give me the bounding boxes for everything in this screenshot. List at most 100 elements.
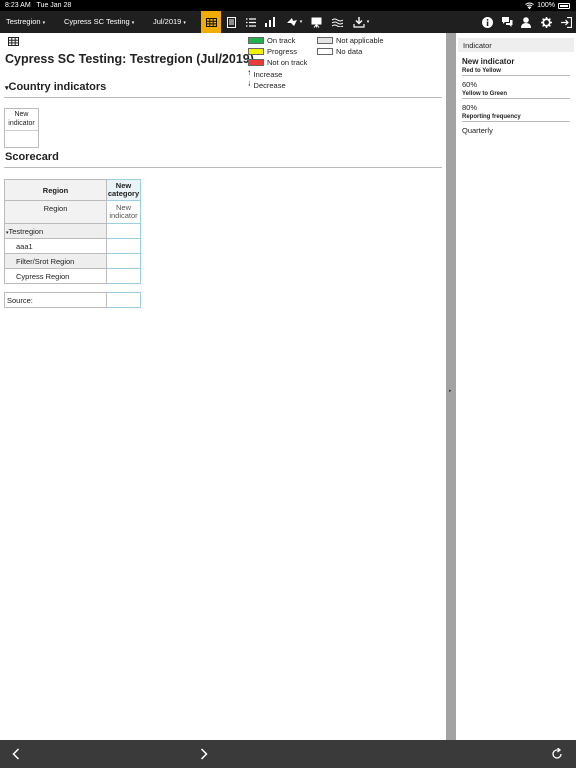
top-toolbar: Testregion ▾ Cypress SC Testing ▾ Jul/2019… [0, 11, 576, 33]
indicator-cell[interactable] [106, 238, 141, 254]
indicator-cell[interactable] [106, 268, 141, 284]
country-indicator-value [5, 131, 38, 147]
map-chevron-down-icon: ▾ [299, 19, 303, 25]
region-name-cell[interactable]: aaa1 [4, 238, 107, 254]
logout-icon [560, 16, 572, 28]
expand-arrow-icon[interactable]: ▸ [449, 388, 452, 394]
logout-button[interactable] [559, 11, 573, 33]
not-on-track-swatch [248, 59, 264, 66]
status-bar: 8:23 AM Tue Jan 28 100% [0, 0, 576, 11]
table-row[interactable]: Filter/Srot Region [4, 253, 141, 269]
list-view-button[interactable] [244, 11, 258, 33]
refresh-icon [552, 748, 562, 759]
table-row[interactable]: Cypress Region [4, 268, 141, 284]
legend-increase: 🠑 Increase [248, 70, 283, 79]
comments-button[interactable] [500, 11, 514, 33]
table-spacer [5, 284, 141, 293]
comments-icon [502, 17, 513, 27]
on-track-swatch [248, 37, 264, 44]
indicator-cell[interactable] [106, 223, 141, 239]
user-button[interactable] [519, 11, 533, 33]
source-row: Source: [4, 292, 141, 308]
yellow-to-green-value: 80% [462, 103, 478, 112]
no-data-swatch [317, 48, 333, 55]
region-name-cell[interactable]: Filter/Srot Region [4, 253, 107, 269]
arrow-up-icon: 🠑 [248, 70, 251, 77]
reporting-frequency-value: Quarterly [462, 126, 493, 135]
scorecard-title: Scorecard [5, 151, 59, 163]
settings-button[interactable] [539, 11, 553, 33]
chart-view-button[interactable] [263, 11, 277, 33]
table-view-button[interactable] [201, 11, 221, 33]
arrow-down-icon: 🠓 [248, 81, 251, 88]
battery-percent: 100% [537, 2, 555, 9]
legend-no-data: No data [317, 47, 362, 56]
reporting-frequency-label: Reporting frequency [462, 114, 570, 122]
presentation-view-button[interactable] [309, 11, 323, 33]
bottom-navigation-bar [0, 740, 576, 768]
side-panel-header: Indicator [458, 38, 574, 52]
status-right: 100% [525, 2, 570, 9]
country-indicators-header[interactable]: ▾Country indicators [5, 81, 106, 93]
legend-not-applicable: Not applicable [317, 36, 384, 45]
table-icon [8, 37, 19, 46]
table-icon [205, 17, 217, 27]
chevron-left-icon [12, 748, 20, 760]
status-time: 8:23 AM Tue Jan 28 [5, 2, 72, 9]
column-header-category[interactable]: New category [106, 179, 141, 201]
region-group-label: Testregion [8, 226, 44, 236]
period-dropdown[interactable]: Jul/2019 ▾ [153, 17, 186, 26]
country-indicator-card[interactable]: New indicator [4, 108, 39, 148]
map-icon [286, 18, 297, 26]
region-dropdown[interactable]: Testregion ▾ [6, 17, 45, 26]
scorecard-dropdown[interactable]: Cypress SC Testing ▾ [64, 17, 134, 26]
progress-swatch [248, 48, 264, 55]
column-header-region[interactable]: Region [4, 179, 107, 201]
list-icon [246, 17, 256, 27]
download-chevron-down-icon: ▾ [366, 19, 370, 25]
legend-progress: Progress [248, 47, 297, 56]
panel-splitter[interactable]: ▸ [446, 33, 456, 740]
back-button[interactable] [12, 740, 20, 768]
not-applicable-swatch [317, 37, 333, 44]
wifi-icon [525, 2, 534, 9]
table-toggle-button[interactable] [8, 37, 19, 48]
download-button[interactable]: ▾ [349, 11, 373, 33]
subheader-indicator[interactable]: New indicator [106, 200, 141, 224]
region-name-cell[interactable]: Cypress Region [4, 268, 107, 284]
info-button[interactable] [480, 11, 494, 33]
document-view-button[interactable] [224, 11, 238, 33]
gear-icon [540, 16, 552, 28]
section-divider [4, 167, 442, 168]
document-icon [226, 16, 236, 28]
country-indicator-label: New indicator [5, 109, 38, 131]
legend-on-track: On track [248, 36, 295, 45]
section-divider [4, 97, 442, 98]
side-indicator-title: New indicator [462, 57, 515, 66]
scorecard-table: Region New category Region New indicator… [4, 179, 141, 308]
subheader-region: Region [4, 200, 107, 224]
map-view-button[interactable]: ▾ [283, 11, 305, 33]
region-group-cell[interactable]: ▾Testregion [4, 223, 107, 239]
presentation-icon [311, 17, 321, 28]
refresh-button[interactable] [551, 740, 563, 768]
legend-not-on-track: Not on track [248, 58, 307, 67]
chevron-right-icon [200, 748, 208, 760]
legend-decrease: 🠓 Decrease [248, 81, 286, 90]
table-row[interactable]: aaa1 [4, 238, 141, 254]
forward-button[interactable] [200, 740, 208, 768]
indicator-cell[interactable] [106, 253, 141, 269]
battery-icon [558, 2, 570, 9]
red-to-yellow-label: Red to Yellow [462, 68, 570, 76]
yellow-to-green-label: Yellow to Green [462, 91, 570, 99]
trends-view-button[interactable] [330, 11, 344, 33]
waves-icon [331, 18, 343, 27]
source-cell [106, 292, 141, 308]
page-title: Cypress SC Testing: Testregion (Jul/2019… [5, 52, 254, 66]
download-icon [353, 16, 365, 28]
source-label: Source: [4, 292, 107, 308]
bar-chart-icon [265, 17, 275, 27]
indicator-side-panel: Indicator New indicator Red to Yellow 60… [456, 33, 576, 740]
table-row-group[interactable]: ▾Testregion [4, 223, 141, 239]
red-to-yellow-value: 60% [462, 80, 478, 89]
